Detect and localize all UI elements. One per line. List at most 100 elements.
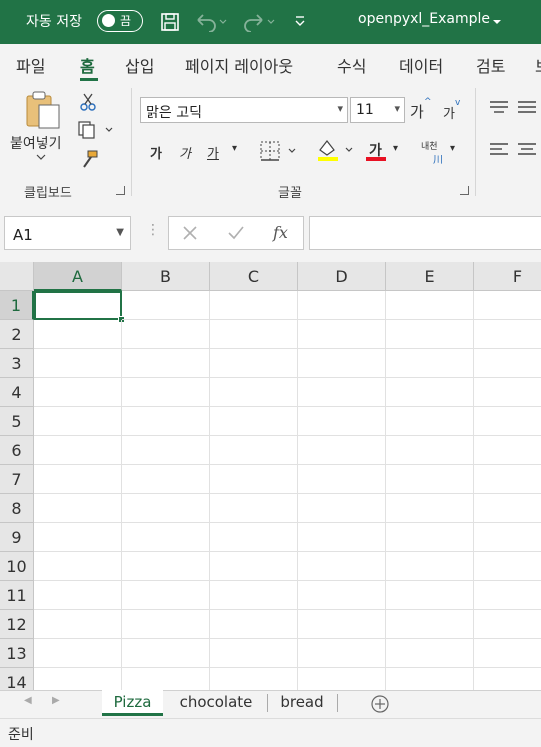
tab-formulas[interactable]: 수식: [337, 53, 366, 77]
cell-e1[interactable]: [386, 291, 474, 320]
row-header-11[interactable]: 11: [0, 581, 34, 610]
column-header-f[interactable]: F: [474, 262, 541, 291]
phonetic-icon[interactable]: 川: [433, 151, 443, 166]
tab-page-layout[interactable]: 페이지 레이아웃: [185, 53, 293, 77]
font-size-combo[interactable]: 11 ▾: [350, 97, 405, 123]
cell-a11[interactable]: [34, 581, 122, 610]
cell-e5[interactable]: [386, 407, 474, 436]
row-header-9[interactable]: 9: [0, 523, 34, 552]
redo-icon[interactable]: [242, 12, 276, 32]
paste-label[interactable]: 붙여넣기: [10, 133, 62, 153]
cell-a14[interactable]: [34, 668, 122, 690]
cell-a13[interactable]: [34, 639, 122, 668]
tab-review[interactable]: 검토: [476, 53, 505, 77]
cell-b14[interactable]: [122, 668, 210, 690]
row-header-1[interactable]: 1: [0, 291, 34, 320]
cell-f9[interactable]: [474, 523, 541, 552]
cell-b2[interactable]: [122, 320, 210, 349]
cell-f1[interactable]: [474, 291, 541, 320]
worksheet-grid[interactable]: A B C D E F 1 2 3 4 5 6 7 8 9 10 11 12 13 14: [0, 262, 541, 690]
cell-a12[interactable]: [34, 610, 122, 639]
chevron-down-icon[interactable]: ▼: [116, 227, 124, 238]
customize-qat-icon[interactable]: [294, 14, 306, 28]
cell-a8[interactable]: [34, 494, 122, 523]
cell-f2[interactable]: [474, 320, 541, 349]
scroll-right-icon[interactable]: ▶: [52, 695, 60, 706]
cell-e4[interactable]: [386, 378, 474, 407]
cell-d1[interactable]: [298, 291, 386, 320]
cell-d9[interactable]: [298, 523, 386, 552]
cell-b13[interactable]: [122, 639, 210, 668]
sheet-tab-bread[interactable]: bread: [271, 690, 333, 716]
cell-e9[interactable]: [386, 523, 474, 552]
cell-f3[interactable]: [474, 349, 541, 378]
column-header-a[interactable]: A: [34, 262, 122, 291]
chevron-down-icon[interactable]: ▾: [337, 102, 343, 115]
cell-d7[interactable]: [298, 465, 386, 494]
cell-e13[interactable]: [386, 639, 474, 668]
cell-f11[interactable]: [474, 581, 541, 610]
cell-c8[interactable]: [210, 494, 298, 523]
cell-d10[interactable]: [298, 552, 386, 581]
cell-b3[interactable]: [122, 349, 210, 378]
font-name-combo[interactable]: 맑은 고딕 ▾: [140, 97, 348, 123]
cell-c7[interactable]: [210, 465, 298, 494]
cell-b6[interactable]: [122, 436, 210, 465]
column-header-b[interactable]: B: [122, 262, 210, 291]
format-painter-icon[interactable]: [78, 149, 100, 171]
cell-a2[interactable]: [34, 320, 122, 349]
cell-e10[interactable]: [386, 552, 474, 581]
row-header-8[interactable]: 8: [0, 494, 34, 523]
insert-function-icon[interactable]: fx: [273, 223, 288, 242]
cell-c4[interactable]: [210, 378, 298, 407]
cell-a7[interactable]: [34, 465, 122, 494]
row-header-13[interactable]: 13: [0, 639, 34, 668]
decrease-font-size-icon[interactable]: 가: [443, 103, 455, 122]
italic-button[interactable]: 가: [179, 143, 191, 162]
tab-file[interactable]: 파일: [16, 53, 45, 77]
cell-e6[interactable]: [386, 436, 474, 465]
cell-f14[interactable]: [474, 668, 541, 690]
cell-a10[interactable]: [34, 552, 122, 581]
cell-c11[interactable]: [210, 581, 298, 610]
cell-d4[interactable]: [298, 378, 386, 407]
cell-b8[interactable]: [122, 494, 210, 523]
cell-a9[interactable]: [34, 523, 122, 552]
increase-font-size-icon[interactable]: 가: [410, 101, 424, 122]
select-all-corner[interactable]: [0, 262, 34, 291]
formula-input[interactable]: [309, 216, 541, 250]
cell-a5[interactable]: [34, 407, 122, 436]
cell-c5[interactable]: [210, 407, 298, 436]
cell-f13[interactable]: [474, 639, 541, 668]
cell-b11[interactable]: [122, 581, 210, 610]
cell-a6[interactable]: [34, 436, 122, 465]
cell-c1[interactable]: [210, 291, 298, 320]
paste-icon[interactable]: [24, 90, 62, 130]
chevron-down-icon[interactable]: ▾: [393, 143, 398, 154]
cell-d2[interactable]: [298, 320, 386, 349]
font-launcher-icon[interactable]: [460, 186, 469, 195]
name-box[interactable]: A1 ▼: [4, 216, 131, 250]
column-header-c[interactable]: C: [210, 262, 298, 291]
row-header-5[interactable]: 5: [0, 407, 34, 436]
underline-button[interactable]: 가: [207, 143, 219, 162]
cell-e8[interactable]: [386, 494, 474, 523]
cell-c14[interactable]: [210, 668, 298, 690]
column-header-d[interactable]: D: [298, 262, 386, 291]
cell-b4[interactable]: [122, 378, 210, 407]
cell-c3[interactable]: [210, 349, 298, 378]
row-header-6[interactable]: 6: [0, 436, 34, 465]
row-header-12[interactable]: 12: [0, 610, 34, 639]
cell-c2[interactable]: [210, 320, 298, 349]
cell-e2[interactable]: [386, 320, 474, 349]
save-icon[interactable]: [160, 12, 180, 32]
cut-icon[interactable]: [79, 92, 97, 112]
cell-d5[interactable]: [298, 407, 386, 436]
cell-d13[interactable]: [298, 639, 386, 668]
cancel-icon[interactable]: [182, 225, 198, 241]
cell-a4[interactable]: [34, 378, 122, 407]
cell-e3[interactable]: [386, 349, 474, 378]
column-header-e[interactable]: E: [386, 262, 474, 291]
bold-button[interactable]: 가: [150, 143, 162, 162]
row-header-14[interactable]: 14: [0, 668, 34, 690]
